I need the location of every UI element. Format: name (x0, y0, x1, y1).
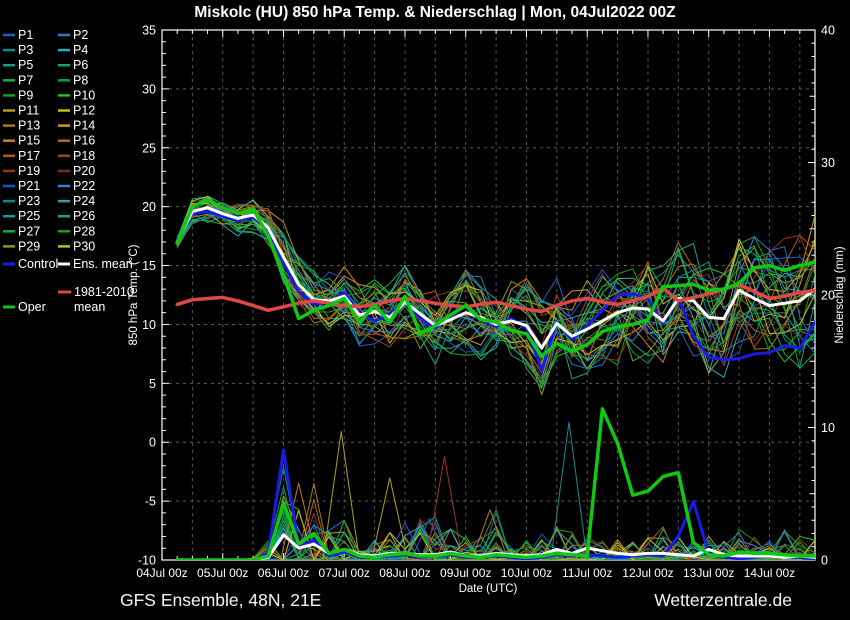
legend-label-p17: P17 (18, 149, 40, 163)
legend-label-p29: P29 (18, 239, 40, 253)
legend-label-p15: P15 (18, 134, 40, 148)
legend-label-p19: P19 (18, 164, 40, 178)
left-axis-title: 850 hPa Temp. (°C) (128, 244, 140, 345)
legend-label-p13: P13 (18, 119, 40, 133)
x-axis-tick-label: 11Jul 00z (562, 566, 612, 580)
legend-label-p14: P14 (73, 119, 95, 133)
x-axis-tick-label: 07Jul 00z (319, 566, 370, 580)
chart-title: Miskolc (HU) 850 hPa Temp. & Niederschla… (194, 4, 676, 21)
x-axis-tick-label: 05Jul 00z (197, 566, 248, 580)
legend-label-p7: P7 (18, 73, 33, 87)
x-axis-tick-label: 10Jul 00z (501, 566, 552, 580)
legend-label-oper: Oper (18, 300, 46, 314)
x-axis-tick-label: 12Jul 00z (622, 566, 673, 580)
legend-label-p3: P3 (18, 43, 33, 57)
legend-label-p8: P8 (73, 73, 88, 87)
right-axis-title: Niederschlag (mm) (834, 246, 846, 343)
left-axis-tick-label: 35 (142, 24, 156, 38)
x-axis-tick-label: 06Jul 00z (258, 566, 309, 580)
left-axis-tick-label: 15 (142, 259, 156, 273)
left-axis-tick-label: 5 (149, 377, 156, 391)
right-axis-tick-label: 20 (821, 289, 835, 303)
x-axis-tick-label: 14Jul 00z (744, 566, 795, 580)
legend-label-p21: P21 (18, 179, 40, 193)
left-axis-tick-label: 30 (142, 82, 156, 96)
legend-label-p1: P1 (18, 28, 33, 42)
ensemble-meteogram: -10-50510152025303501020304004Jul 00z05J… (0, 0, 850, 620)
legend-label-p16: P16 (73, 134, 95, 148)
legend-label-p22: P22 (73, 179, 95, 193)
legend: P1P2P3P4P5P6P7P8P9P10P11P12P13P14P15P16P… (3, 28, 134, 314)
footer-watermark: Wetterzentrale.de (654, 590, 792, 610)
legend-label-control: Control (18, 257, 58, 271)
left-axis-tick-label: 10 (142, 318, 156, 332)
legend-label-p27: P27 (18, 224, 40, 238)
member-precip-spike (372, 478, 408, 560)
legend-label-p20: P20 (73, 164, 95, 178)
x-axis-tick-label: 13Jul 00z (683, 566, 734, 580)
legend-label-p24: P24 (73, 194, 95, 208)
legend-label-p23: P23 (18, 194, 40, 208)
legend-label-p9: P9 (18, 88, 33, 102)
legend-label-p4: P4 (73, 43, 88, 57)
x-axis-tick-label: 09Jul 00z (440, 566, 491, 580)
legend-label-p2: P2 (73, 28, 88, 42)
right-axis-tick-label: 10 (821, 421, 835, 435)
legend-label-p10: P10 (73, 88, 95, 102)
legend-label-p18: P18 (73, 149, 95, 163)
left-axis-tick-label: 25 (142, 141, 156, 155)
right-axis-tick-label: 40 (821, 24, 835, 38)
legend-label-climate-mean: 1981-2010 (74, 285, 134, 299)
meteogram-page: -10-50510152025303501020304004Jul 00z05J… (0, 0, 850, 620)
footer-model-info: GFS Ensemble, 48N, 21E (120, 590, 321, 610)
legend-label-p30: P30 (73, 239, 95, 253)
plot-border (162, 30, 815, 560)
right-axis-tick-label: 0 (821, 554, 828, 568)
x-axis-title: Date (UTC) (459, 583, 518, 595)
legend-label-p6: P6 (73, 58, 88, 72)
left-axis-tick-label: 0 (149, 436, 156, 450)
x-axis-tick-label: 04Jul 00z (136, 566, 187, 580)
x-axis-tick-label: 08Jul 00z (379, 566, 430, 580)
legend-label-p25: P25 (18, 209, 40, 223)
legend-label-p12: P12 (73, 104, 95, 118)
left-axis-tick-label: 20 (142, 200, 156, 214)
legend-label-p28: P28 (73, 224, 95, 238)
right-axis-tick-label: 30 (821, 156, 835, 170)
grid-layer (162, 30, 815, 560)
left-axis-tick-label: -5 (145, 495, 156, 509)
legend-label-ens-mean: Ens. mean (73, 257, 133, 271)
legend-label-p11: P11 (18, 104, 39, 118)
legend-label-climate-mean-2: mean (74, 300, 105, 314)
legend-label-p5: P5 (18, 58, 33, 72)
legend-label-p26: P26 (73, 209, 95, 223)
series-layer (177, 196, 815, 560)
